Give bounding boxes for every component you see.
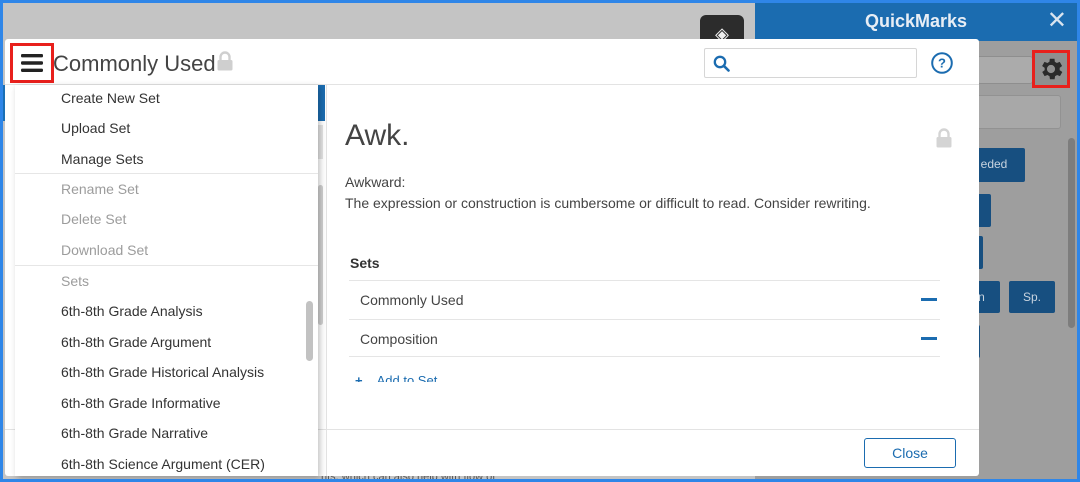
- remove-set-icon[interactable]: [921, 337, 937, 340]
- lock-icon: [217, 51, 233, 71]
- menu-item-manage-sets[interactable]: Manage Sets: [61, 151, 144, 167]
- menu-item-create-new-set[interactable]: Create New Set: [61, 90, 160, 106]
- menu-set-item[interactable]: 6th-8th Grade Argument: [61, 334, 211, 350]
- modal-title: Commonly Used: [53, 51, 216, 76]
- hamburger-icon: [21, 54, 43, 72]
- quickmarks-title: QuickMarks: [864, 11, 968, 31]
- close-button[interactable]: Close: [864, 438, 956, 468]
- quickmark-button-5[interactable]: Sp.: [1009, 281, 1055, 313]
- search-icon: [713, 55, 730, 72]
- menu-set-item[interactable]: 6th-8th Grade Informative: [61, 395, 221, 411]
- menu-section-sets: Sets: [61, 273, 90, 289]
- menu-divider: [15, 173, 318, 174]
- mark-label: Awkward:: [345, 174, 406, 190]
- quickmarks-filter-field[interactable]: [965, 95, 1061, 129]
- remove-set-icon[interactable]: [921, 298, 937, 301]
- marks-list-scrollbar[interactable]: [318, 185, 323, 325]
- menu-set-item[interactable]: 6th-8th Grade Analysis: [61, 303, 203, 319]
- modal-header: Commonly Used ?: [5, 39, 979, 85]
- sets-heading: Sets: [350, 255, 380, 271]
- svg-text:?: ?: [938, 56, 946, 71]
- search-input[interactable]: [735, 51, 910, 75]
- lock-icon: [936, 128, 952, 148]
- menu-item-rename-set: Rename Set: [61, 181, 139, 197]
- menu-item-delete-set: Delete Set: [61, 211, 127, 227]
- menu-item-upload-set[interactable]: Upload Set: [61, 120, 130, 136]
- search-field: [704, 48, 917, 78]
- plus-icon: +: [355, 373, 363, 382]
- menu-set-item[interactable]: 6th-8th Grade Historical Analysis: [61, 364, 264, 380]
- add-to-set-label: Add to Set: [376, 373, 438, 382]
- quickmarks-scrollbar[interactable]: [1068, 138, 1075, 328]
- menu-divider: [15, 265, 318, 266]
- assigned-set-row: Commonly Used: [349, 280, 940, 318]
- help-icon[interactable]: ?: [931, 52, 953, 74]
- menu-item-download-set: Download Set: [61, 242, 149, 258]
- add-to-set-link[interactable]: + Add to Set: [355, 373, 475, 382]
- menu-scrollbar[interactable]: [306, 301, 313, 361]
- assigned-set-name: Composition: [360, 331, 438, 347]
- quickmarks-close-icon[interactable]: ✕: [1047, 9, 1067, 33]
- quickmarks-header: QuickMarks ✕: [755, 3, 1077, 41]
- set-menu-dropdown: Create New Set Upload Set Manage Sets Re…: [15, 85, 318, 476]
- mark-description: The expression or construction is cumber…: [345, 195, 871, 211]
- quickmarks-search-input[interactable]: [977, 56, 1033, 84]
- quickmark-set-modal: Commonly Used ? Awk. Awkward: The expres…: [5, 39, 979, 476]
- gear-icon: [1042, 58, 1063, 80]
- menu-set-item[interactable]: 6th-8th Science Argument (CER): [61, 456, 265, 472]
- mark-title: Awk.: [345, 119, 410, 152]
- menu-set-item[interactable]: 6th-8th Grade Narrative: [61, 425, 208, 441]
- assigned-set-row: Composition: [349, 319, 940, 357]
- menu-button[interactable]: [10, 43, 54, 83]
- assigned-set-name: Commonly Used: [360, 292, 464, 308]
